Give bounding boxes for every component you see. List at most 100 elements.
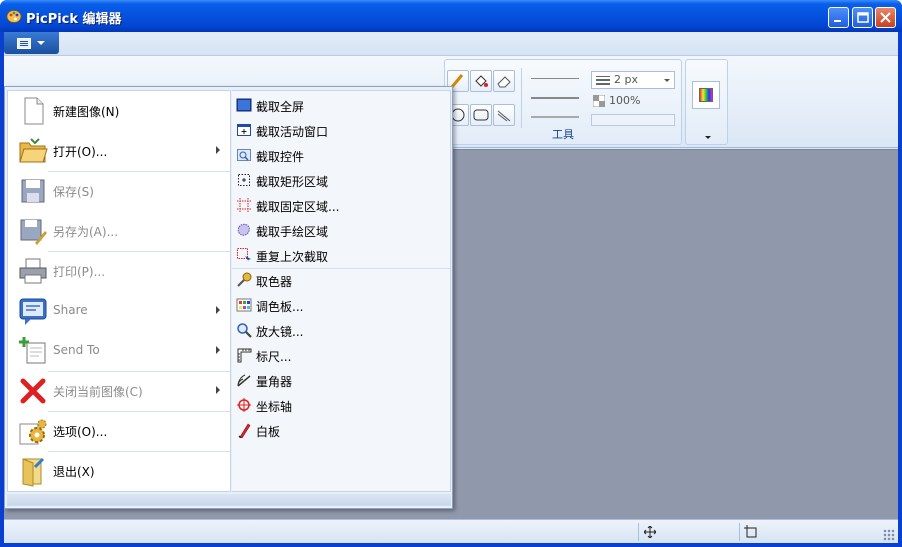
menu-item-label: 放大镜...: [256, 325, 304, 339]
menu-item-ruler[interactable]: 标尺...: [232, 343, 450, 368]
resize-grip[interactable]: [883, 529, 895, 541]
menu-capture-tools: 截取全屏 截取活动窗口 截取控件 截取矩形区域 截取固定区域... 截取手绘区域…: [232, 90, 451, 492]
line-width-combo[interactable]: 2 px: [591, 71, 675, 89]
title-bar[interactable]: PicPick 编辑器: [0, 0, 902, 32]
tools-group: 2 px 100% 工具: [444, 59, 682, 145]
line-style-tool-button[interactable]: [493, 104, 515, 126]
opacity-slider[interactable]: [591, 114, 675, 126]
share-icon: [19, 298, 47, 325]
magnifier-icon: [237, 323, 252, 338]
menu-item-crosshair[interactable]: 坐标轴: [232, 393, 450, 418]
window-title: PicPick 编辑器: [26, 12, 122, 27]
menu-item-label: 截取手绘区域: [256, 225, 329, 239]
eraser-icon: [497, 76, 511, 88]
selection-size-icon: [744, 525, 757, 538]
menu-item-label: Send To: [53, 343, 100, 357]
minimize-button[interactable]: [828, 7, 849, 28]
whiteboard-pen-icon: [238, 423, 251, 438]
menu-item-label: 关闭当前图像(C): [53, 385, 143, 399]
menu-item-color-picker[interactable]: 取色器: [232, 268, 450, 293]
chevron-down-icon[interactable]: [705, 136, 711, 139]
line-sample-medium[interactable]: [531, 97, 579, 99]
menu-item-label: 白板: [256, 425, 281, 439]
menu-item-close-image[interactable]: 关闭当前图像(C): [8, 371, 230, 411]
menu-item-print[interactable]: 打印(P)...: [8, 251, 230, 291]
menu-list-icon: [17, 38, 31, 49]
app-menu-button[interactable]: [4, 32, 59, 54]
menu-item-exit[interactable]: 退出(X): [8, 451, 230, 491]
picpick-editor-window: PicPick 编辑器 2 px 100% 工具 新建图像(N) 打开(O)..…: [0, 0, 902, 547]
repeat-capture-icon: [237, 248, 251, 262]
capture-fullscreen-icon: [236, 98, 252, 112]
menu-item-share[interactable]: Share: [8, 291, 230, 331]
app-menu-dropdown: 新建图像(N) 打开(O)... 保存(S) 另存为(A)... 打印(P)..…: [4, 86, 453, 509]
menu-item-capture-fixed-region[interactable]: 截取固定区域...: [232, 193, 450, 218]
exit-icon: [22, 457, 45, 487]
menu-item-palette[interactable]: 调色板...: [232, 293, 450, 318]
status-separator: [638, 523, 639, 541]
send-to-icon: [19, 337, 46, 364]
menu-item-options[interactable]: 选项(O)...: [8, 411, 230, 451]
menu-item-whiteboard[interactable]: 白板: [232, 418, 450, 443]
tools-group-label: 工具: [552, 128, 574, 141]
save-as-icon: [20, 219, 47, 245]
maximize-icon: [857, 12, 869, 23]
submenu-arrow-icon: [216, 306, 220, 314]
submenu-arrow-icon: [216, 146, 220, 154]
line-weight-icon: [596, 76, 610, 85]
line-sample-dashed[interactable]: [531, 116, 579, 118]
paint-bucket-icon: [475, 75, 488, 87]
color-picker-button[interactable]: [692, 81, 720, 109]
opacity-checker-icon: [593, 95, 605, 107]
menu-item-label: Share: [53, 303, 88, 317]
menu-item-label: 选项(O)...: [53, 425, 108, 439]
status-separator: [739, 523, 740, 541]
submenu-arrow-icon: [216, 386, 220, 394]
close-window-button[interactable]: [875, 7, 896, 28]
rounded-rect-tool-button[interactable]: [470, 104, 492, 126]
menu-item-send-to[interactable]: Send To: [8, 331, 230, 371]
save-disk-icon: [21, 179, 45, 203]
group-divider: [521, 68, 522, 128]
menu-item-capture-fullscreen[interactable]: 截取全屏: [232, 93, 450, 118]
menu-item-capture-freehand[interactable]: 截取手绘区域: [232, 218, 450, 243]
crosshair-icon: [237, 398, 251, 412]
menu-item-label: 打印(P)...: [53, 265, 106, 279]
ruler-icon: [237, 348, 252, 363]
menu-item-label: 退出(X): [53, 465, 95, 479]
menu-item-repeat-capture[interactable]: 重复上次截取: [232, 243, 450, 268]
line-width-value: 2 px: [614, 73, 638, 86]
capture-rectangle-icon: [238, 174, 250, 186]
menu-item-new-image[interactable]: 新建图像(N): [8, 91, 230, 131]
line-sample-thin[interactable]: [531, 78, 579, 79]
maximize-button[interactable]: [852, 7, 873, 28]
capture-active-window-icon: [237, 124, 251, 136]
eraser-tool-button[interactable]: [493, 70, 515, 92]
menu-item-capture-control[interactable]: 截取控件: [232, 143, 450, 168]
fill-tool-button[interactable]: [470, 70, 492, 92]
capture-fixed-region-icon: [237, 198, 251, 212]
color-swatch-icon: [699, 88, 713, 102]
menu-item-save[interactable]: 保存(S): [8, 171, 230, 211]
menu-item-magnifier[interactable]: 放大镜...: [232, 318, 450, 343]
options-gears-icon: [19, 419, 47, 445]
diagonal-lines-icon: [497, 110, 511, 122]
menu-item-capture-rectangle[interactable]: 截取矩形区域: [232, 168, 450, 193]
minimize-icon: [834, 20, 841, 22]
capture-control-icon: [237, 149, 251, 161]
submenu-arrow-icon: [216, 346, 220, 354]
palette-icon: [236, 298, 252, 312]
color-picker-icon: [237, 272, 252, 287]
menu-item-capture-active-window[interactable]: 截取活动窗口: [232, 118, 450, 143]
menu-item-open[interactable]: 打开(O)...: [8, 131, 230, 171]
client-area: 2 px 100% 工具 新建图像(N) 打开(O)... 保存(S) 另存为(…: [4, 32, 898, 543]
menu-item-label: 调色板...: [256, 300, 304, 314]
menu-item-label: 另存为(A)...: [53, 225, 119, 239]
menu-item-label: 截取矩形区域: [256, 175, 329, 189]
menu-item-save-as[interactable]: 另存为(A)...: [8, 211, 230, 251]
picpick-palette-icon: [6, 10, 22, 23]
rounded-rectangle-icon: [473, 109, 489, 121]
menu-item-label: 取色器: [256, 275, 293, 289]
menu-item-protractor[interactable]: 量角器: [232, 368, 450, 393]
menu-item-label: 截取控件: [256, 150, 305, 164]
